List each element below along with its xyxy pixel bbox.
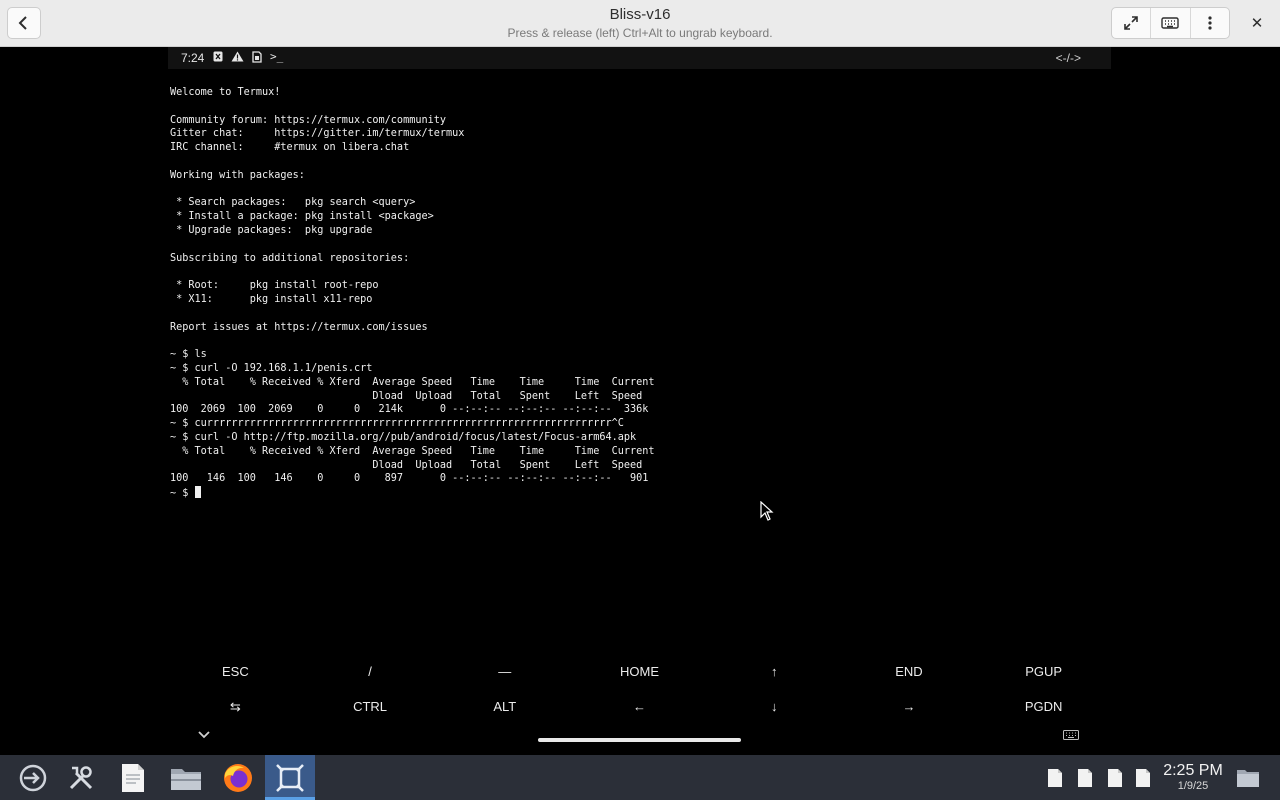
doc-icon[interactable] — [1107, 768, 1123, 788]
keyboard-switch-button[interactable] — [1063, 729, 1079, 743]
doc-icon[interactable] — [1077, 768, 1093, 788]
start-menu-icon — [19, 764, 47, 792]
terminal-cursor — [194, 486, 201, 499]
terminal-line: * Search packages: pkg search <query> — [170, 197, 416, 209]
terminal-line: ~ $ curl -O http://ftp.mozilla.org//pub/… — [170, 431, 637, 443]
firefox-button[interactable] — [221, 761, 255, 795]
home-gesture-bar[interactable] — [538, 738, 741, 742]
swap-arrows-icon: <-/-> — [1055, 51, 1081, 65]
key-end[interactable]: END — [842, 661, 977, 689]
keyboard-icon — [1161, 17, 1180, 29]
android-statusbar: 7:24 >_ <-/-> — [168, 47, 1111, 69]
desktop-taskbar — [0, 755, 1280, 800]
key-alt[interactable]: ALT — [437, 696, 572, 718]
key-tab[interactable]: ⇆ — [168, 696, 303, 718]
extra-keys-row-1: ESC / — HOME ↑ END PGUP — [168, 661, 1111, 689]
terminal-line: * Root: pkg install root-repo — [170, 280, 379, 292]
terminal-line: % Total % Received % Xferd Average Speed… — [170, 376, 655, 388]
window-subtitle: Press & release (left) Ctrl+Alt to ungra… — [507, 26, 773, 40]
status-time: 7:24 — [181, 51, 205, 65]
android-navbar — [168, 725, 1111, 755]
close-button[interactable]: ✕ — [1241, 7, 1273, 39]
terminal-line: * Upgrade packages: pkg upgrade — [170, 224, 373, 236]
collapse-keyboard-button[interactable] — [198, 727, 210, 743]
fullscreen-button[interactable] — [1112, 8, 1152, 38]
bliss-vm-button[interactable] — [273, 761, 307, 795]
key-ctrl[interactable]: CTRL — [303, 696, 438, 718]
terminal-prompt-line: ~ $ — [170, 488, 195, 500]
bliss-vm-icon — [276, 764, 304, 792]
terminal-icon: >_ — [270, 50, 284, 63]
keyboard-grab-button[interactable] — [1151, 8, 1191, 38]
file-manager-button[interactable] — [169, 761, 203, 795]
close-icon: ✕ — [1250, 14, 1264, 32]
back-button[interactable] — [7, 7, 41, 39]
terminal-line: IRC channel: #termux on libera.chat — [170, 142, 410, 154]
terminal-line: Community forum: https://termux.com/comm… — [170, 114, 447, 126]
terminal-line: ~ $ ls — [170, 349, 207, 361]
doc-icon[interactable] — [1047, 768, 1063, 788]
android-screen[interactable]: 7:24 >_ <-/-> Welcome to Termux! Communi… — [168, 47, 1111, 755]
terminal-line: Gitter chat: https://gitter.im/termux/te… — [170, 128, 465, 140]
key-down-arrow[interactable]: ↓ — [707, 696, 842, 718]
key-dash[interactable]: — — [437, 661, 572, 689]
terminal-line: 100 146 100 146 0 0 897 0 --:--:-- --:--… — [170, 473, 649, 485]
settings-tools-button[interactable] — [64, 761, 98, 795]
key-left-arrow[interactable]: ← — [572, 696, 707, 718]
terminal-line: Dload Upload Total Spent Left Speed — [170, 459, 643, 471]
firefox-icon — [224, 764, 252, 792]
key-up-arrow[interactable]: ↑ — [707, 661, 842, 689]
clock-time[interactable]: 2:25 PM — [1158, 762, 1228, 780]
mouse-pointer-icon — [760, 501, 774, 521]
terminal-line: Dload Upload Total Spent Left Speed — [170, 390, 643, 402]
terminal-output[interactable]: Welcome to Termux! Community forum: http… — [170, 86, 655, 501]
keyboard-icon — [1063, 730, 1079, 740]
expand-icon — [1124, 16, 1138, 30]
extra-keys-row-2: ⇆ CTRL ALT ← ↓ → PGDN — [168, 696, 1111, 718]
terminal-line: Welcome to Termux! — [170, 87, 281, 98]
key-home[interactable]: HOME — [572, 661, 707, 689]
warning-icon — [231, 51, 244, 62]
file-manager-icon — [171, 769, 201, 790]
terminal-line: Working with packages: — [170, 169, 305, 181]
folder-icon[interactable] — [1236, 768, 1260, 788]
key-slash[interactable]: / — [303, 661, 438, 689]
status-icons: >_ — [213, 50, 283, 63]
doc-icon[interactable] — [1135, 768, 1151, 788]
terminal-line: 100 2069 100 2069 0 0 214k 0 --:--:-- --… — [170, 404, 649, 416]
terminal-line: * Install a package: pkg install <packag… — [170, 211, 434, 223]
sim-icon — [252, 50, 262, 63]
start-menu-button[interactable] — [16, 761, 50, 795]
terminal-line: Subscribing to additional repositories: — [170, 252, 410, 264]
text-editor-button[interactable] — [116, 761, 150, 795]
chevron-left-icon — [18, 16, 27, 30]
key-pgup[interactable]: PGUP — [976, 661, 1111, 689]
window-title: Bliss-v16 — [609, 6, 671, 23]
settings-tools-icon — [69, 766, 93, 790]
key-right-arrow[interactable]: → — [842, 696, 977, 718]
termux-extra-keys: ESC / — HOME ↑ END PGUP ⇆ CTRL ALT ← ↓ →… — [168, 655, 1111, 725]
notification-icon — [213, 51, 223, 62]
menu-button[interactable] — [1191, 8, 1229, 38]
text-editor-icon — [122, 764, 144, 792]
key-esc[interactable]: ESC — [168, 661, 303, 689]
terminal-line: ~ $ curl -O 192.168.1.1/penis.crt — [170, 362, 373, 374]
chevron-down-icon — [198, 731, 210, 739]
kebab-menu-icon — [1208, 16, 1212, 30]
terminal-line: Report issues at https://termux.com/issu… — [170, 321, 428, 333]
terminal-line: % Total % Received % Xferd Average Speed… — [170, 445, 655, 457]
clock-date[interactable]: 1/9/25 — [1158, 780, 1228, 792]
terminal-line: * X11: pkg install x11-repo — [170, 293, 373, 305]
terminal-line: ~ $ currrrrrrrrrrrrrrrrrrrrrrrrrrrrrrrrr… — [170, 418, 624, 430]
window-titlebar: Bliss-v16 Press & release (left) Ctrl+Al… — [0, 0, 1280, 47]
key-pgdn[interactable]: PGDN — [976, 696, 1111, 718]
window-controls-group — [1111, 7, 1230, 39]
